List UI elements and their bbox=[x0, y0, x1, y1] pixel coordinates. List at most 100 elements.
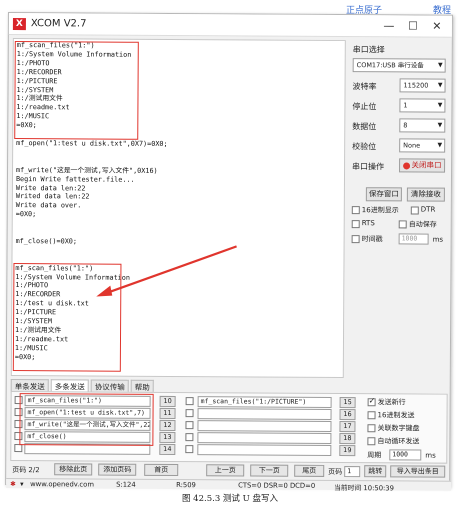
signal-status: CTS=0 DSR=0 DCD=0 bbox=[238, 481, 316, 490]
send-index-button[interactable]: 11 bbox=[159, 407, 176, 420]
auto-loop-checkbox[interactable] bbox=[367, 437, 376, 446]
send-field[interactable] bbox=[197, 420, 332, 432]
remove-page-button[interactable]: 移除此页 bbox=[54, 463, 93, 476]
send-index-button[interactable]: 18 bbox=[339, 433, 356, 445]
window-title: XCOM V2.7 bbox=[30, 18, 87, 30]
databits-value: 8 bbox=[403, 121, 408, 130]
send-index-button[interactable]: 17 bbox=[339, 421, 356, 433]
chevron-down-icon: ▼ bbox=[437, 101, 443, 109]
prev-page-button[interactable]: 上一页 bbox=[206, 464, 245, 477]
pointer-arrow-icon bbox=[96, 245, 237, 297]
parity-label: 校验位 bbox=[352, 142, 377, 152]
close-port-button[interactable]: 关闭串口 bbox=[399, 158, 446, 173]
row-checkbox[interactable] bbox=[185, 445, 194, 454]
timestamp-label: 时间戳 bbox=[361, 235, 383, 244]
jump-button[interactable]: 跳转 bbox=[364, 465, 387, 478]
receive-output-area[interactable]: mf_scan_files("1:") 1:/System Volume Info… bbox=[10, 38, 346, 379]
period-input[interactable]: 1000 bbox=[389, 449, 422, 461]
app-logo-icon: X bbox=[12, 18, 26, 31]
save-window-button[interactable]: 保存窗口 bbox=[365, 187, 402, 202]
minimize-button[interactable]: — bbox=[378, 18, 400, 34]
databits-label: 数据位 bbox=[352, 122, 377, 132]
autosave-checkbox[interactable] bbox=[398, 220, 407, 229]
dtr-label: DTR bbox=[420, 205, 436, 214]
send-field[interactable] bbox=[197, 408, 332, 420]
title-bar: X XCOM V2.7 — ☐ ✕ bbox=[8, 13, 452, 38]
send-index-button[interactable]: 10 bbox=[159, 395, 176, 408]
hex-send-checkbox[interactable] bbox=[367, 411, 376, 420]
dtr-checkbox[interactable] bbox=[410, 206, 419, 215]
sent-count: S:124 bbox=[116, 480, 136, 489]
next-page-button[interactable]: 下一页 bbox=[250, 464, 289, 477]
timestamp-checkbox[interactable] bbox=[351, 235, 360, 244]
send-index-button[interactable]: 16 bbox=[339, 409, 356, 421]
page-jump-input[interactable]: 1 bbox=[344, 466, 361, 478]
close-window-button[interactable]: ✕ bbox=[426, 19, 448, 35]
period-label: 周期 bbox=[367, 451, 382, 460]
row-checkbox[interactable] bbox=[185, 409, 194, 418]
close-port-label: 关闭串口 bbox=[411, 160, 442, 170]
send-field[interactable] bbox=[197, 432, 332, 444]
send-field[interactable]: mf_scan_files("1:/PICTURE") bbox=[197, 396, 332, 408]
website-link[interactable]: www.openedv.com bbox=[30, 480, 94, 488]
maximize-button[interactable]: ☐ bbox=[402, 18, 424, 34]
baud-select[interactable]: 115200 ▼ bbox=[399, 78, 446, 93]
send-newline-label: 发送新行 bbox=[377, 398, 406, 407]
baud-value: 115200 bbox=[403, 81, 429, 90]
stopbits-select[interactable]: 1 ▼ bbox=[399, 98, 446, 113]
settings-panel: 串口选择 COM17:USB 串行设备 ▼ 波特率 115200 ▼ 停止位 1 ▼ … bbox=[348, 40, 450, 379]
chevron-down-icon: ▼ bbox=[437, 141, 443, 149]
stopbits-label: 停止位 bbox=[352, 102, 377, 112]
highlight-box-scan1 bbox=[14, 41, 139, 140]
chevron-down-icon: ▼ bbox=[437, 121, 443, 129]
multi-send-panel: mf_scan_files("1:") 10 mf_open("1:test u d… bbox=[10, 391, 448, 464]
keypad-checkbox[interactable] bbox=[367, 424, 376, 433]
page-jump-label: 页码 bbox=[328, 467, 343, 477]
chevron-down-icon: ▼ bbox=[437, 81, 443, 89]
keypad-label: 关联数字键盘 bbox=[377, 424, 420, 433]
hex-display-checkbox[interactable] bbox=[351, 206, 360, 215]
dropdown-icon[interactable]: ▾ bbox=[20, 480, 23, 488]
row-checkbox[interactable] bbox=[185, 433, 194, 442]
stopbits-value: 1 bbox=[403, 101, 408, 110]
gear-icon[interactable]: ✱ bbox=[10, 480, 16, 488]
port-select-label: 串口选择 bbox=[352, 45, 385, 55]
send-newline-checkbox[interactable] bbox=[367, 398, 376, 407]
hex-send-label: 16进制发送 bbox=[377, 411, 415, 420]
parity-select[interactable]: None ▼ bbox=[399, 138, 446, 153]
send-field[interactable] bbox=[197, 444, 332, 456]
hex-display-label: 16进制显示 bbox=[361, 206, 399, 215]
period-unit: ms bbox=[425, 451, 436, 460]
autosave-label: 自动保存 bbox=[408, 220, 437, 229]
send-index-button[interactable]: 19 bbox=[339, 445, 356, 457]
databits-select[interactable]: 8 ▼ bbox=[399, 118, 446, 133]
import-export-button[interactable]: 导入导出条目 bbox=[390, 465, 446, 478]
first-page-button[interactable]: 首页 bbox=[144, 463, 179, 477]
received-count: R:509 bbox=[176, 481, 196, 490]
send-index-button[interactable]: 15 bbox=[339, 397, 356, 409]
last-page-button[interactable]: 尾页 bbox=[294, 464, 325, 477]
current-time: 当前时间 10:50:39 bbox=[334, 484, 394, 493]
port-select-value: COM17:USB 串行设备 bbox=[356, 61, 424, 70]
rts-checkbox[interactable] bbox=[351, 220, 360, 229]
timestamp-input[interactable]: 1000 bbox=[398, 233, 429, 245]
send-index-button[interactable]: 12 bbox=[159, 419, 176, 432]
page-indicator: 页码 2/2 bbox=[12, 466, 40, 475]
highlight-box-commands bbox=[19, 393, 154, 446]
port-select[interactable]: COM17:USB 串行设备 ▼ bbox=[352, 58, 446, 73]
row-checkbox[interactable] bbox=[185, 397, 194, 406]
clear-receive-button[interactable]: 清除接收 bbox=[406, 187, 445, 202]
send-index-button[interactable]: 14 bbox=[159, 443, 176, 456]
rts-label: RTS bbox=[361, 219, 375, 228]
timestamp-unit: ms bbox=[432, 235, 444, 244]
parity-value: None bbox=[403, 141, 421, 150]
send-index-button[interactable]: 13 bbox=[159, 431, 176, 444]
add-page-button[interactable]: 添加页码 bbox=[98, 463, 137, 476]
status-bar: ✱ ▾ www.openedv.com S:124 R:509 CTS=0 DS… bbox=[6, 477, 452, 493]
port-status-icon bbox=[402, 161, 410, 169]
row-checkbox[interactable] bbox=[185, 421, 194, 430]
figure-caption: 图 42.5.3 测试 U 盘写入 bbox=[181, 494, 278, 504]
row-checkbox[interactable] bbox=[14, 444, 23, 453]
pager-bar: 页码 2/2 移除此页 添加页码 首页 上一页 下一页 尾页 页码 1 跳转 导… bbox=[10, 463, 447, 480]
send-tabs: 单条发送 多条发送 协议传输 帮助 bbox=[10, 379, 156, 394]
